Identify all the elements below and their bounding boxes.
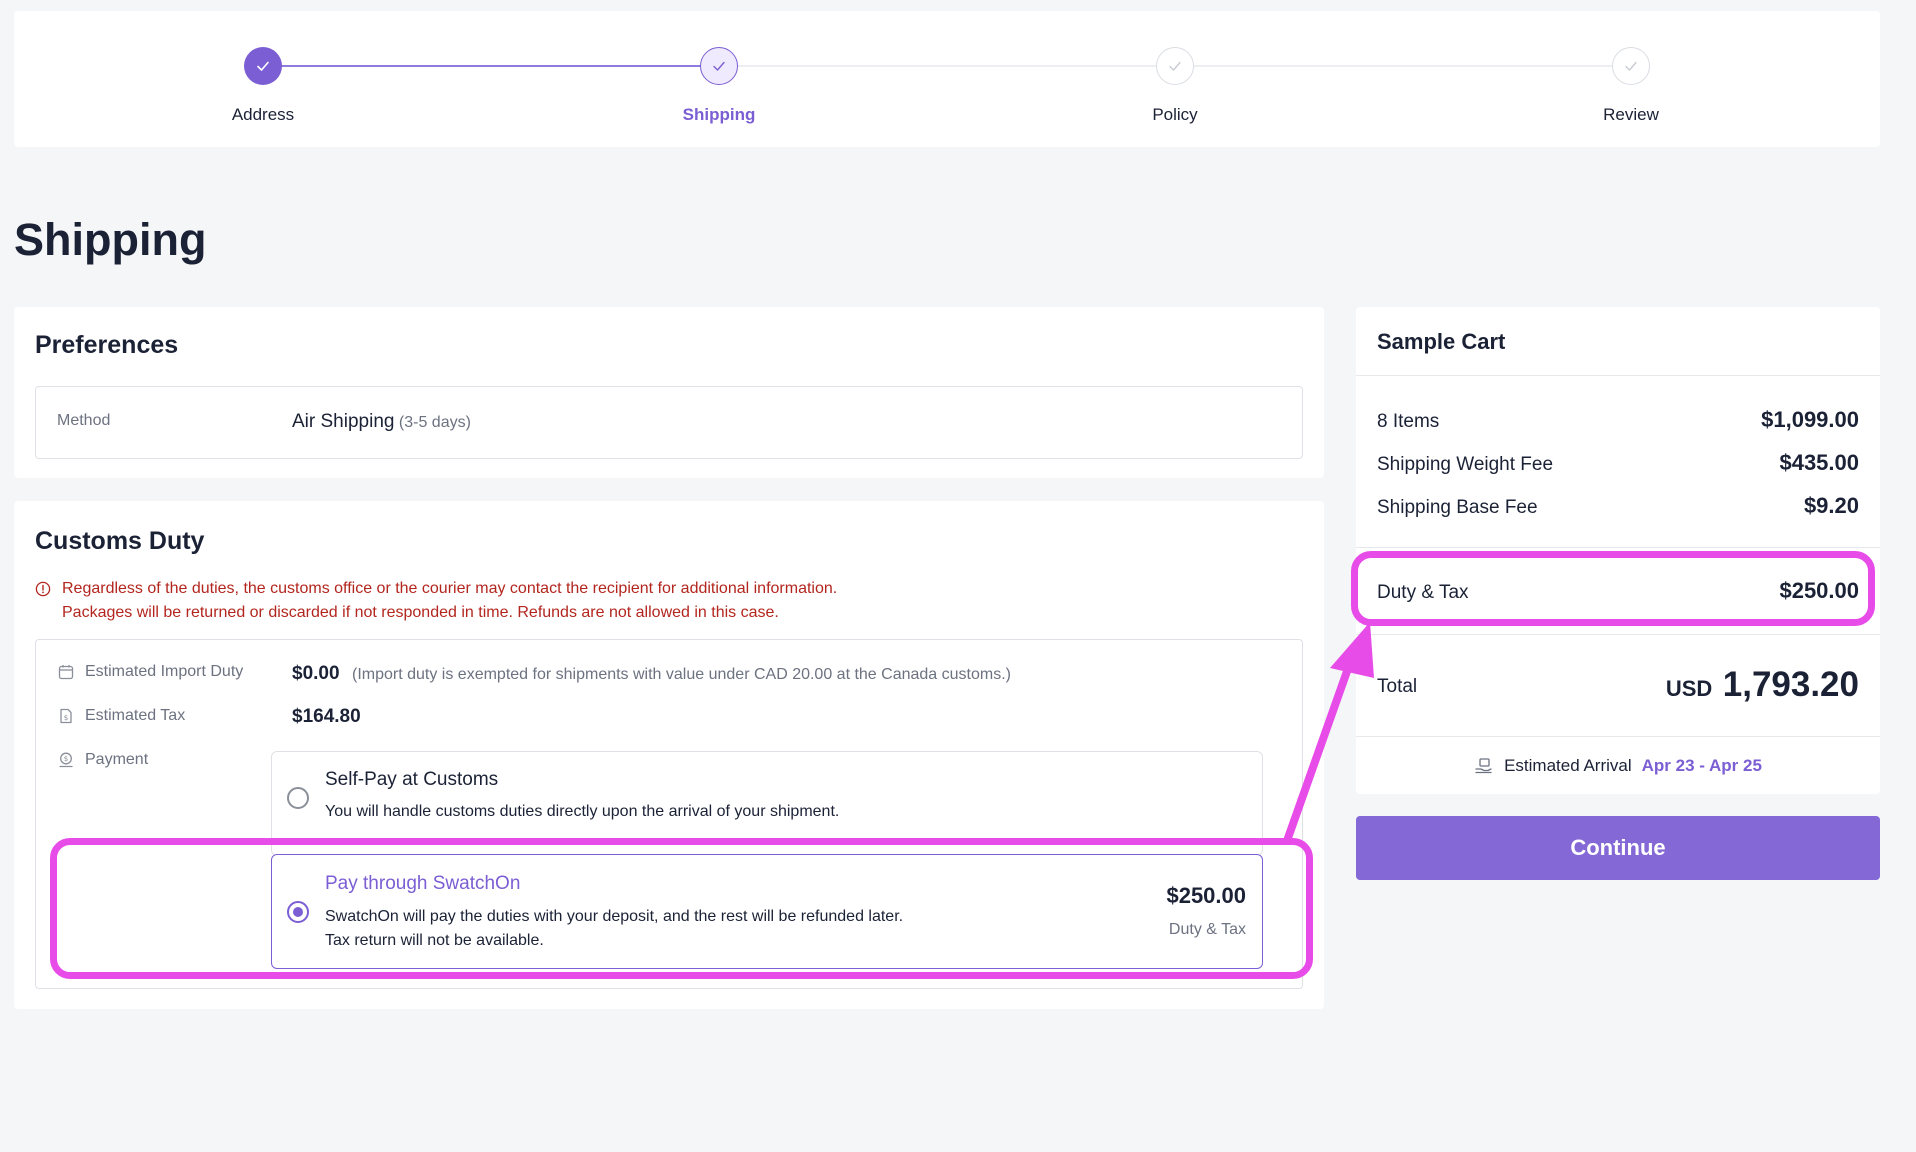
cart-row-items: 8 Items $1,099.00 [1377,407,1859,433]
customs-duty-card: Customs Duty Regardless of the duties, t… [14,501,1324,1009]
option-title: Pay through SwatchOn [325,873,521,894]
import-duty-value: $0.00 [292,663,340,684]
preferences-title: Preferences [35,331,179,359]
sample-cart-card: Sample Cart 8 Items $1,099.00 Shipping W… [1356,307,1880,794]
divider [1356,547,1880,548]
cart-total-row: Total USD 1,793.20 [1377,665,1859,705]
step-label: Shipping [682,105,756,124]
arrival-label: Estimated Arrival [1504,756,1632,775]
check-icon [1612,47,1650,85]
method-duration: (3-5 days) [398,414,471,431]
method-label: Method [57,412,111,429]
total-value-group: USD 1,793.20 [1666,665,1859,705]
estimated-arrival: Estimated Arrival Apr 23 - Apr 25 [1356,756,1880,776]
total-amount: 1,793.20 [1722,665,1859,704]
total-currency: USD [1665,676,1713,701]
total-label: Total [1377,676,1418,697]
checkout-stepper: Address Shipping Policy Review [14,11,1880,147]
payment-option-swatchon[interactable]: Pay through SwatchOn SwatchOn will pay t… [271,854,1263,969]
option-description-line: Tax return will not be available. [325,932,544,949]
cart-row-weight-fee: Shipping Weight Fee $435.00 [1377,450,1859,476]
method-value-group: Air Shipping (3-5 days) [292,411,471,433]
stepper-progress-line [263,65,719,67]
check-icon [244,47,282,85]
cart-row-label: 8 Items [1377,411,1440,432]
delivery-hand-icon [1475,758,1492,774]
receipt-icon: $ [60,708,72,724]
svg-text:$: $ [64,714,68,722]
tax-label-group: $ Estimated Tax [57,707,185,725]
option-amount: $250.00 [1166,883,1246,908]
method-value: Air Shipping [292,411,395,432]
check-icon [1156,47,1194,85]
continue-button[interactable]: Continue [1356,816,1880,880]
payment-label-group: $ Payment [57,751,148,769]
option-description: You will handle customs duties directly … [325,803,840,820]
tax-label: Estimated Tax [85,707,186,724]
import-duty-label-group: Estimated Import Duty [57,663,243,681]
divider [1356,736,1880,737]
option-title: Self-Pay at Customs [325,769,499,790]
calendar-icon [58,665,74,680]
payment-icon: $ [59,752,73,768]
import-duty-note: (Import duty is exempted for shipments w… [352,666,1011,683]
method-box: Method Air Shipping (3-5 days) [35,386,1303,459]
cart-row-value: $9.20 [1803,493,1859,518]
page-title: Shipping [14,214,207,265]
customs-warning: Regardless of the duties, the customs of… [35,577,837,625]
cart-title: Sample Cart [1377,329,1506,354]
divider [1356,375,1880,376]
cart-row-value: $250.00 [1779,578,1859,603]
option-description: SwatchOn will pay the duties with your d… [325,905,903,953]
cart-row-label: Shipping Weight Fee [1377,454,1554,475]
cart-row-value: $435.00 [1779,450,1859,475]
preferences-card: Preferences Method Air Shipping (3-5 day… [14,307,1324,478]
self-pay-radio[interactable] [287,787,309,809]
warning-line: Regardless of the duties, the customs of… [62,580,838,597]
cart-row-duty-tax: Duty & Tax $250.00 [1377,578,1859,604]
check-icon [700,47,738,85]
cart-row-label: Shipping Base Fee [1377,497,1538,518]
import-duty-value-group: $0.00 (Import duty is exempted for shipm… [292,663,1011,685]
option-amount-label: Duty & Tax [1168,921,1246,938]
option-description-line: SwatchOn will pay the duties with your d… [325,908,904,925]
step-label: Address [231,105,295,124]
customs-title: Customs Duty [35,527,205,555]
step-label: Policy [1152,105,1198,124]
swatchon-radio[interactable] [287,901,309,923]
svg-text:$: $ [64,755,68,763]
tax-value: $164.80 [292,706,361,727]
cart-row-value: $1,099.00 [1761,407,1859,432]
import-duty-label: Estimated Import Duty [85,663,244,680]
warning-icon [35,581,51,597]
cart-row-label: Duty & Tax [1377,582,1469,603]
step-label: Review [1603,105,1659,124]
payment-option-self-pay[interactable]: Self-Pay at Customs You will handle cust… [271,751,1263,856]
payment-label: Payment [85,751,149,768]
arrival-dates: Apr 23 - Apr 25 [1641,756,1762,775]
warning-line: Packages will be returned or discarded i… [62,604,779,621]
divider [1356,634,1880,635]
cart-row-base-fee: Shipping Base Fee $9.20 [1377,493,1859,519]
